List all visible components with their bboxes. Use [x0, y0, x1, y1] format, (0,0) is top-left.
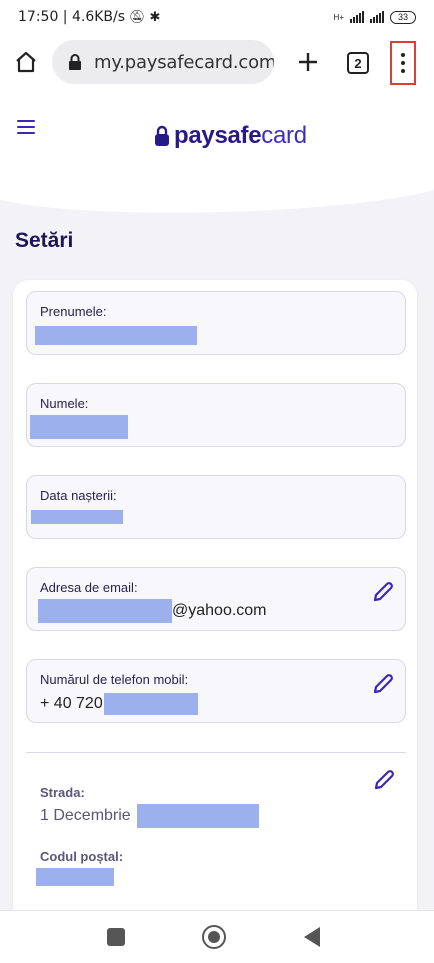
redacted-block — [35, 326, 197, 345]
section-divider — [26, 752, 406, 753]
status-time: 17:50 | 4.6KB/s — [18, 9, 126, 25]
home-icon — [16, 51, 36, 73]
home-circle-icon — [208, 931, 220, 943]
mute-icon: 🔕︎ — [129, 9, 146, 24]
postal-code-value — [36, 868, 114, 886]
battery-icon: 33 — [390, 10, 416, 24]
redacted-block — [36, 868, 114, 886]
signal-icon — [350, 11, 364, 23]
home-button[interactable] — [10, 46, 42, 78]
email-field: Adresa de email: @yahoo.com — [26, 567, 406, 631]
first-name-label: Prenumele: — [40, 304, 107, 319]
birth-date-field: Data nașterii: — [26, 475, 406, 539]
system-nav-bar — [0, 910, 434, 963]
new-tab-button[interactable] — [292, 46, 324, 78]
status-bar: 17:50 | 4.6KB/s 🔕︎ ✱ H+ 33 — [0, 0, 434, 34]
birth-date-value — [31, 510, 123, 524]
phone-label: Numărul de telefon mobil: — [40, 672, 189, 687]
page-content: paysafe card Setări Prenumele: Numele: Da… — [0, 92, 434, 910]
phone-field: Numărul de telefon mobil: + 40 720 — [26, 659, 406, 723]
street-name: 1 Decembrie — [40, 807, 131, 824]
logo-text-bold: paysafe — [174, 122, 262, 149]
lock-icon — [69, 54, 81, 70]
redacted-block — [38, 599, 172, 623]
first-name-field: Prenumele: — [26, 291, 406, 355]
settings-card: Prenumele: Numele: Data nașterii: Adresa… — [13, 280, 417, 910]
plus-icon — [299, 53, 317, 71]
postal-code-label: Codul poștal: — [40, 849, 124, 864]
more-vert-icon — [401, 53, 405, 57]
edit-address-button[interactable] — [372, 768, 396, 792]
url-bar[interactable]: my.paysafecard.com/ — [52, 40, 274, 84]
url-text: my.paysafecard.com/ — [94, 51, 274, 73]
page-title: Setări — [15, 229, 74, 252]
browser-toolbar: my.paysafecard.com/ 2 — [0, 34, 434, 92]
hamburger-icon — [17, 120, 35, 122]
more-menu-button[interactable] — [390, 41, 416, 85]
redacted-block — [103, 693, 198, 715]
birth-date-label: Data nașterii: — [40, 488, 117, 503]
first-name-value — [35, 326, 197, 345]
email-domain: @yahoo.com — [172, 602, 267, 619]
recents-button[interactable] — [107, 928, 125, 946]
header-curve — [0, 145, 434, 219]
home-nav-button[interactable] — [202, 925, 226, 949]
back-button[interactable] — [304, 927, 320, 947]
hamburger-menu-button[interactable] — [17, 120, 35, 134]
edit-phone-button[interactable] — [371, 672, 395, 696]
phone-value: + 40 720 — [40, 693, 198, 715]
last-name-label: Numele: — [40, 396, 89, 411]
slack-icon: ✱ — [149, 9, 161, 24]
last-name-field: Numele: — [26, 383, 406, 447]
email-label: Adresa de email: — [40, 580, 138, 595]
street-label: Strada: — [40, 785, 85, 800]
tab-switcher-button[interactable]: 2 — [347, 52, 369, 74]
street-value: 1 Decembrie — [40, 804, 259, 828]
network-type-label: H+ — [333, 12, 344, 22]
signal-icon-2 — [370, 11, 384, 23]
logo-text-light: card — [261, 122, 307, 149]
paysafecard-logo[interactable]: paysafe card — [154, 122, 307, 150]
phone-prefix: + 40 720 — [40, 695, 103, 712]
logo-padlock-icon — [155, 125, 169, 146]
redacted-block — [30, 415, 128, 439]
email-value: @yahoo.com — [38, 599, 267, 623]
last-name-value — [30, 415, 128, 439]
redacted-block — [31, 510, 123, 524]
edit-email-button[interactable] — [371, 580, 395, 604]
redacted-block — [136, 804, 259, 828]
